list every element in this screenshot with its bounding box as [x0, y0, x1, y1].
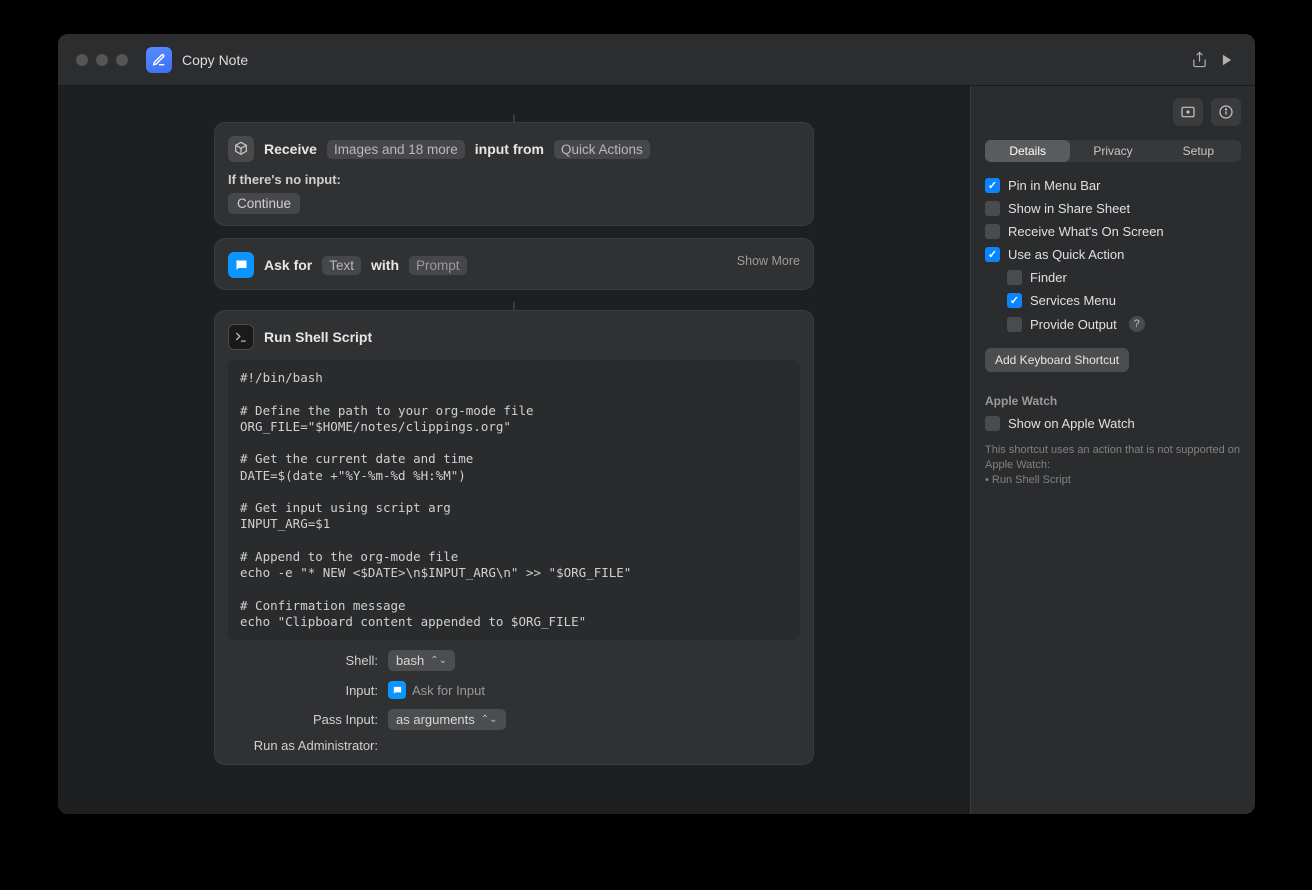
no-input-label: If there's no input:	[228, 172, 800, 187]
run-shell-script-action[interactable]: Run Shell Script #!/bin/bash # Define th…	[214, 310, 814, 765]
add-keyboard-shortcut-button[interactable]: Add Keyboard Shortcut	[985, 348, 1129, 372]
add-to-dock-button[interactable]	[1173, 98, 1203, 126]
checkbox-icon	[985, 224, 1000, 239]
workflow-canvas: Receive Images and 18 more input from Qu…	[58, 86, 970, 814]
close-window-button[interactable]	[76, 54, 88, 66]
chevron-down-icon: ⌃⌄	[481, 714, 498, 725]
checkbox-icon	[985, 201, 1000, 216]
receive-input-action[interactable]: Receive Images and 18 more input from Qu…	[214, 122, 814, 226]
sidebar-tab-switcher[interactable]: Details Privacy Setup	[985, 140, 1241, 162]
option-pin-menu-bar[interactable]: Pin in Menu Bar	[985, 178, 1241, 193]
checkbox-icon	[1007, 293, 1022, 308]
run-button[interactable]	[1213, 46, 1241, 74]
checkbox-icon	[1007, 317, 1022, 332]
ask-with: with	[371, 257, 399, 273]
receive-title: Receive	[264, 141, 317, 157]
app-window: Copy Note Receive I	[58, 34, 1255, 814]
minimize-window-button[interactable]	[96, 54, 108, 66]
pass-input-label: Pass Input:	[228, 712, 378, 727]
ask-for-input-action[interactable]: Ask for Text with Prompt Show More	[214, 238, 814, 290]
tab-details[interactable]: Details	[985, 140, 1070, 162]
quick-action-services-menu[interactable]: Services Menu	[985, 293, 1241, 308]
quick-action-finder[interactable]: Finder	[985, 270, 1241, 285]
shell-select[interactable]: bash⌃⌄	[388, 650, 455, 671]
terminal-icon	[228, 324, 254, 350]
show-more-button[interactable]: Show More	[737, 254, 800, 268]
quick-action-provide-output[interactable]: Provide Output ?	[985, 316, 1241, 332]
traffic-lights	[76, 54, 128, 66]
connector	[513, 114, 515, 122]
checkbox-icon	[985, 178, 1000, 193]
connector	[513, 302, 515, 310]
chevron-down-icon: ⌃⌄	[430, 655, 447, 666]
option-receive-on-screen[interactable]: Receive What's On Screen	[985, 224, 1241, 239]
option-show-on-watch[interactable]: Show on Apple Watch	[985, 416, 1241, 431]
share-button[interactable]	[1185, 46, 1213, 74]
receive-icon	[228, 136, 254, 162]
pass-input-select[interactable]: as arguments⌃⌄	[388, 709, 506, 730]
run-as-admin-label: Run as Administrator:	[228, 738, 378, 753]
shell-script-editor[interactable]: #!/bin/bash # Define the path to your or…	[228, 360, 800, 640]
input-label: Input:	[228, 683, 378, 698]
option-show-share-sheet[interactable]: Show in Share Sheet	[985, 201, 1241, 216]
ask-icon	[388, 681, 406, 699]
fullscreen-window-button[interactable]	[116, 54, 128, 66]
checkbox-icon	[985, 247, 1000, 262]
help-icon[interactable]: ?	[1129, 316, 1145, 332]
receive-middle: input from	[475, 141, 544, 157]
no-input-action-token[interactable]: Continue	[228, 193, 300, 214]
ask-prompt-token[interactable]: Prompt	[409, 256, 467, 275]
ask-icon	[228, 252, 254, 278]
checkbox-icon	[985, 416, 1000, 431]
watch-unsupported-note: This shortcut uses an action that is not…	[985, 443, 1241, 488]
tab-privacy[interactable]: Privacy	[1070, 140, 1155, 162]
ask-lead: Ask for	[264, 257, 312, 273]
titlebar: Copy Note	[58, 34, 1255, 86]
receive-source-token[interactable]: Quick Actions	[554, 140, 650, 159]
shortcut-app-icon	[146, 47, 172, 73]
option-use-quick-action[interactable]: Use as Quick Action	[985, 247, 1241, 262]
shell-label: Shell:	[228, 653, 378, 668]
apple-watch-header: Apple Watch	[985, 394, 1241, 408]
window-title: Copy Note	[182, 52, 248, 68]
tab-setup[interactable]: Setup	[1156, 140, 1241, 162]
details-sidebar: Details Privacy Setup Pin in Menu Bar Sh…	[970, 86, 1255, 814]
ask-type-token[interactable]: Text	[322, 256, 361, 275]
receive-types-token[interactable]: Images and 18 more	[327, 140, 465, 159]
shell-title: Run Shell Script	[264, 329, 372, 345]
checkbox-icon	[1007, 270, 1022, 285]
info-button[interactable]	[1211, 98, 1241, 126]
shell-input-variable[interactable]: Ask for Input	[388, 679, 485, 701]
